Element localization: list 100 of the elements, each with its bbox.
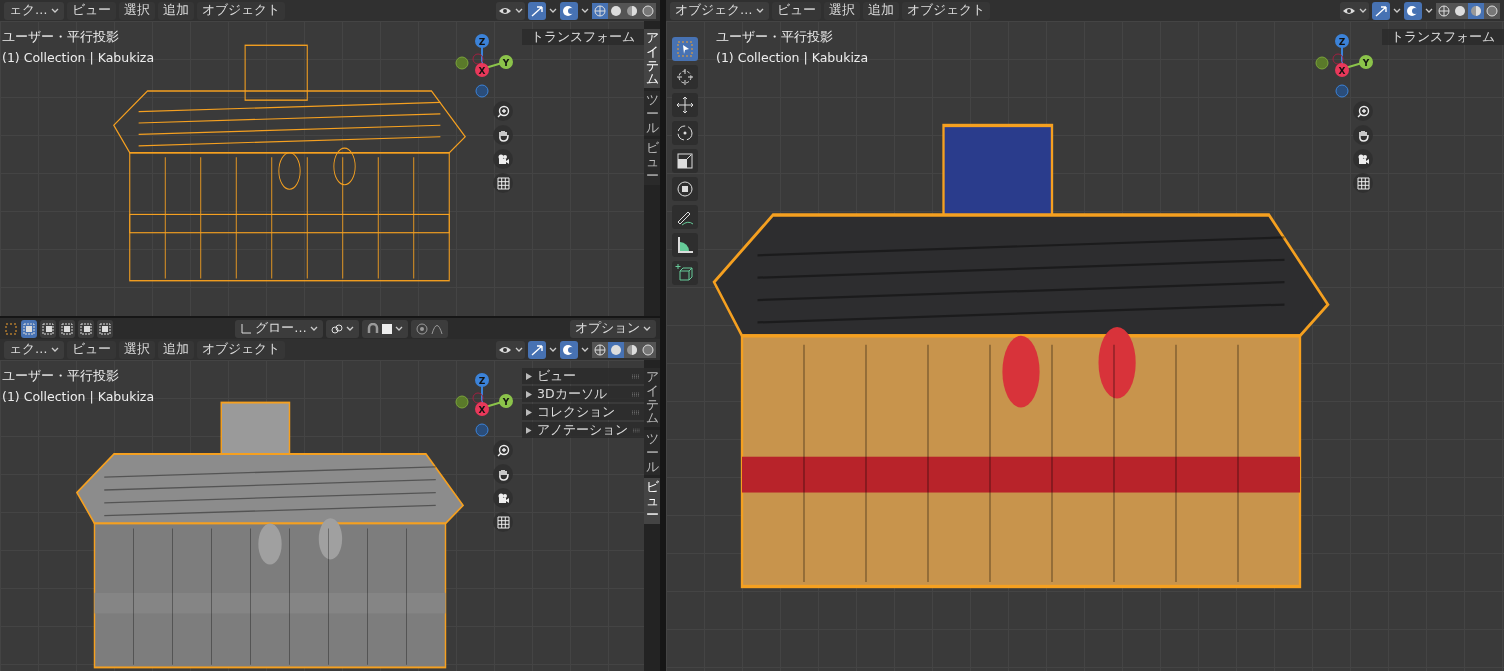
- sidebar-tab[interactable]: アイテム: [644, 29, 660, 88]
- zoom-button[interactable]: [1353, 101, 1373, 121]
- gizmo-toggle-button[interactable]: [1372, 1, 1390, 20]
- menu-button[interactable]: オブジェクト: [901, 1, 990, 20]
- sidebar-tab[interactable]: ツール: [644, 91, 660, 137]
- visibility-button[interactable]: [496, 1, 525, 20]
- selection-mode-button[interactable]: [21, 319, 37, 338]
- collection-label: (1) Collection | Kabukiza: [716, 50, 869, 65]
- pan-button[interactable]: [1353, 125, 1373, 145]
- shading-button[interactable]: [608, 341, 624, 358]
- tool-button[interactable]: [672, 177, 698, 201]
- x-axis-handle[interactable]: X: [475, 402, 489, 416]
- gizmo-toggle-button[interactable]: [528, 1, 546, 20]
- overlay-icon: [562, 4, 576, 17]
- pan-button[interactable]: [493, 464, 513, 484]
- mode-dropdown[interactable]: オブジェク…: [670, 1, 769, 20]
- sidebar-tab[interactable]: ビュー: [644, 478, 660, 524]
- overlay-toggle-button[interactable]: [560, 340, 578, 359]
- sidebar-panel-header[interactable]: トランスフォーム: [1382, 29, 1504, 45]
- sidebar-panel-header[interactable]: 3Dカーソル: [522, 386, 644, 402]
- axis-handle[interactable]: [1335, 84, 1349, 98]
- x-axis-handle[interactable]: X: [475, 63, 489, 77]
- proportional-edit-button[interactable]: [410, 319, 448, 338]
- tool-button[interactable]: [672, 149, 698, 173]
- selection-mode-button[interactable]: [97, 319, 113, 338]
- tool-button[interactable]: [672, 65, 698, 89]
- viewport-canvas[interactable]: ユーザー・平行投影 (1) Collection | Kabukiza Z Y X トランスフォーム: [666, 21, 1504, 671]
- selection-mode-button[interactable]: [78, 319, 94, 338]
- menu-button[interactable]: ビュー: [771, 1, 821, 20]
- sidebar-tab[interactable]: ビュー: [644, 139, 660, 185]
- menu-button[interactable]: 選択: [118, 1, 155, 20]
- overlay-toggle-button[interactable]: [560, 1, 578, 20]
- camera-button[interactable]: [493, 149, 513, 169]
- tool-button[interactable]: [672, 121, 698, 145]
- selection-mode-button[interactable]: [59, 319, 75, 338]
- tool-button[interactable]: [672, 205, 698, 229]
- axis-handle[interactable]: [472, 53, 484, 65]
- ortho-toggle-button[interactable]: [493, 512, 513, 532]
- caret-icon: [581, 347, 589, 352]
- shading-button[interactable]: [592, 2, 608, 19]
- expand-triangle-icon: [526, 426, 532, 434]
- mode-dropdown[interactable]: ェク…: [4, 340, 64, 359]
- tool-button[interactable]: [672, 261, 698, 285]
- pivot-dropdown[interactable]: [325, 319, 359, 338]
- sidebar-tab[interactable]: アイテム: [644, 368, 660, 427]
- axis-handle[interactable]: [455, 395, 469, 409]
- menu-button[interactable]: オブジェクト: [196, 1, 285, 20]
- zoom-button[interactable]: [493, 440, 513, 460]
- tool-button[interactable]: [672, 233, 698, 257]
- axis-handle[interactable]: [1332, 53, 1344, 65]
- snap-dropdown[interactable]: [361, 319, 408, 338]
- sidebar-panel-header[interactable]: トランスフォーム: [522, 29, 644, 45]
- sidebar-panel-header[interactable]: コレクション: [522, 404, 644, 420]
- viewport-canvas[interactable]: ユーザー・平行投影 (1) Collection | Kabukiza Z Y X ビュー 3Dカーソル コレクション アノテーション アイテム ツール ビュー: [0, 360, 660, 671]
- gizmo-toggle-button[interactable]: [528, 340, 546, 359]
- menu-button[interactable]: 追加: [157, 340, 194, 359]
- menu-button[interactable]: 選択: [118, 340, 155, 359]
- view-label: ユーザー・平行投影: [2, 368, 120, 385]
- menu-button[interactable]: 追加: [157, 1, 194, 20]
- selection-mode-button[interactable]: [40, 319, 56, 338]
- zoom-button[interactable]: [493, 101, 513, 121]
- shading-button[interactable]: [592, 341, 608, 358]
- shading-button[interactable]: [608, 2, 624, 19]
- viewport-canvas[interactable]: ユーザー・平行投影 (1) Collection | Kabukiza Z Y X トランスフォーム アイテム ツール ビュー: [0, 21, 660, 316]
- link-icon: [330, 322, 343, 335]
- tool-button[interactable]: [672, 93, 698, 117]
- axis-handle[interactable]: [475, 84, 489, 98]
- shading-button[interactable]: [624, 341, 640, 358]
- axis-handle[interactable]: [475, 423, 489, 437]
- orientation-dropdown[interactable]: グロー…: [235, 319, 323, 338]
- shading-button[interactable]: [1468, 2, 1484, 19]
- menu-button[interactable]: オブジェクト: [196, 340, 285, 359]
- menu-button[interactable]: 追加: [862, 1, 899, 20]
- shading-button[interactable]: [640, 341, 656, 358]
- sidebar-panel-header[interactable]: アノテーション: [522, 422, 644, 438]
- mode-dropdown[interactable]: ェク…: [4, 1, 64, 20]
- x-axis-handle[interactable]: X: [1335, 63, 1349, 77]
- shading-button[interactable]: [1436, 2, 1452, 19]
- ortho-toggle-button[interactable]: [493, 173, 513, 193]
- magnifier-plus-icon: [1356, 104, 1370, 118]
- sidebar-tab[interactable]: ツール: [644, 430, 660, 476]
- shading-button[interactable]: [1484, 2, 1500, 19]
- pan-button[interactable]: [493, 125, 513, 145]
- axis-handle[interactable]: [1315, 56, 1329, 70]
- axis-handle[interactable]: [455, 56, 469, 70]
- visibility-button[interactable]: [496, 340, 525, 359]
- overlay-toggle-button[interactable]: [1404, 1, 1422, 20]
- axis-handle[interactable]: [472, 392, 484, 404]
- shading-button[interactable]: [640, 2, 656, 19]
- camera-button[interactable]: [493, 488, 513, 508]
- shading-button[interactable]: [1452, 2, 1468, 19]
- sidebar-panel-header[interactable]: ビュー: [522, 368, 644, 384]
- menu-button[interactable]: ビュー: [66, 1, 116, 20]
- menu-button[interactable]: ビュー: [66, 340, 116, 359]
- camera-button[interactable]: [1353, 149, 1373, 169]
- menu-button[interactable]: 選択: [823, 1, 860, 20]
- visibility-button[interactable]: [1340, 1, 1369, 20]
- caret-icon: [50, 8, 59, 13]
- ortho-toggle-button[interactable]: [1353, 173, 1373, 193]
- options-dropdown[interactable]: オプション: [570, 319, 656, 338]
